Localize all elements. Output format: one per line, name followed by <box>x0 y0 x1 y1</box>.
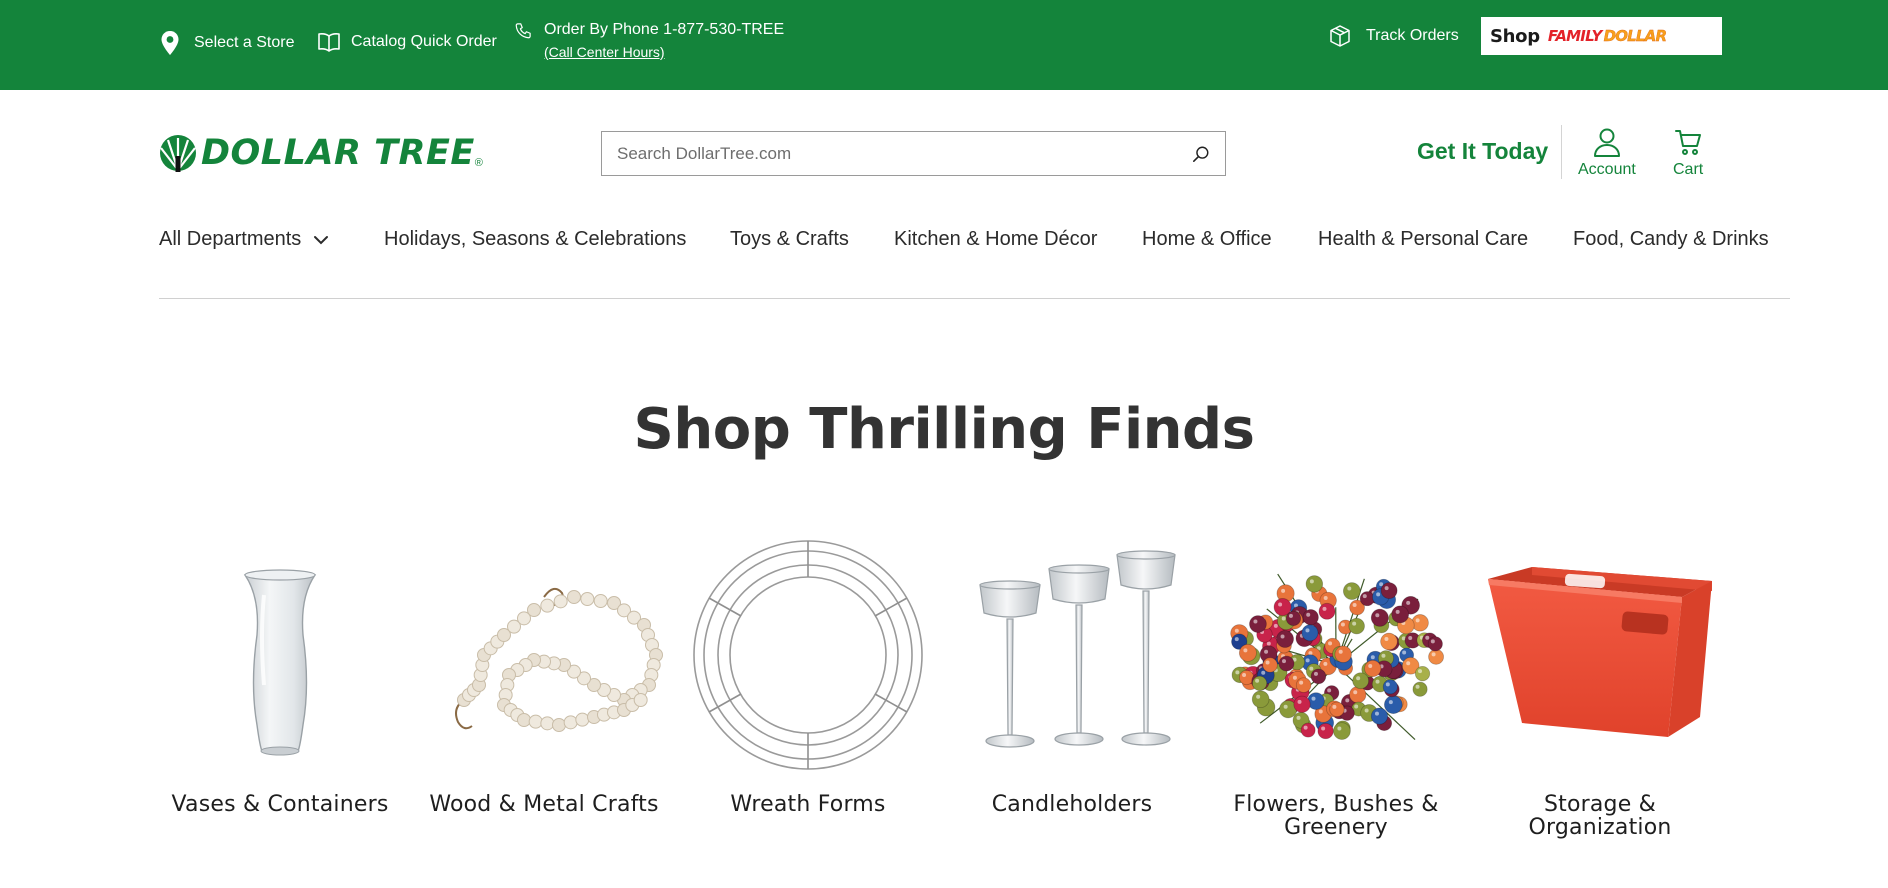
nav-divider <box>159 298 1790 299</box>
storage-bin-image <box>1480 535 1720 775</box>
select-store-link[interactable]: Select a Store <box>160 30 295 56</box>
logo-text: DOLLAR TREE <box>201 133 475 173</box>
tree-logo-icon <box>160 135 196 172</box>
nav-kitchen-home-decor[interactable]: Kitchen & Home Décor <box>894 228 1097 251</box>
category-label: Candleholders <box>991 792 1153 817</box>
order-by-phone-label: Order By Phone 1-877-530-TREE <box>544 21 785 38</box>
category-label: Storage & Organization <box>1528 792 1672 840</box>
berry-bush-image <box>1216 535 1456 775</box>
user-icon <box>1593 128 1620 157</box>
family-dollar-logo-part2: DOLLAR <box>1603 27 1667 45</box>
category-tile-flowers-bushes-greenery[interactable]: Flowers, Bushes & Greenery <box>1216 535 1456 839</box>
nav-holidays[interactable]: Holidays, Seasons & Celebrations <box>384 228 686 251</box>
search-input[interactable] <box>602 132 1177 175</box>
logo-registered-mark: ® <box>474 157 483 169</box>
nav-all-departments[interactable]: All Departments <box>159 228 329 251</box>
call-center-hours-link[interactable]: (Call Center Hours) <box>544 41 784 64</box>
search-button[interactable] <box>1177 132 1225 175</box>
select-store-label: Select a Store <box>194 34 295 51</box>
account-label: Account <box>1578 161 1636 178</box>
map-pin-icon <box>161 31 179 55</box>
account-button[interactable]: Account <box>1578 127 1636 179</box>
category-label: Wood & Metal Crafts <box>429 792 659 817</box>
shop-family-dollar-button[interactable]: Shop FAMILY DOLLAR <box>1481 17 1722 55</box>
candleholders-image <box>952 535 1192 775</box>
catalog-quick-order-link[interactable]: Catalog Quick Order <box>317 32 497 52</box>
nav-health-personal-care[interactable]: Health & Personal Care <box>1318 228 1528 251</box>
category-label: Flowers, Bushes & Greenery <box>1233 792 1439 840</box>
wire-wreath-image <box>688 535 928 775</box>
category-tile-vases[interactable]: Vases & Containers <box>160 535 400 816</box>
family-dollar-logo-part1: FAMILY <box>1547 27 1603 45</box>
wood-bead-garland-image <box>424 535 664 775</box>
book-icon <box>318 33 340 52</box>
top-utility-bar: Select a Store Catalog Quick Order Order… <box>0 0 1888 90</box>
order-by-phone: Order By Phone 1-877-530-TREE (Call Cent… <box>514 18 784 64</box>
search-bar <box>601 131 1226 176</box>
nav-home-office[interactable]: Home & Office <box>1142 228 1272 251</box>
track-orders-label: Track Orders <box>1366 27 1459 44</box>
category-tile-wreath-forms[interactable]: Wreath Forms <box>688 535 928 816</box>
get-it-today-link[interactable]: Get It Today <box>1417 138 1548 165</box>
cart-button[interactable]: Cart <box>1673 127 1703 179</box>
cart-label: Cart <box>1673 161 1704 178</box>
phone-icon <box>515 23 531 39</box>
nav-food-candy-drinks[interactable]: Food, Candy & Drinks <box>1573 228 1769 251</box>
shop-label: Shop <box>1490 25 1540 47</box>
catalog-quick-order-label: Catalog Quick Order <box>351 33 497 50</box>
page-heading: Shop Thrilling Finds <box>633 397 1255 462</box>
category-tile-candleholders[interactable]: Candleholders <box>952 535 1192 816</box>
nav-toys-crafts[interactable]: Toys & Crafts <box>730 228 849 251</box>
vase-image <box>160 535 400 775</box>
cart-icon <box>1675 130 1702 155</box>
track-orders-link[interactable]: Track Orders <box>1328 24 1459 48</box>
chevron-down-icon <box>314 235 329 244</box>
category-tile-storage-organization[interactable]: Storage & Organization <box>1480 535 1720 839</box>
category-label: Vases & Containers <box>171 792 389 817</box>
dollar-tree-logo[interactable]: DOLLAR TREE ® <box>159 133 483 173</box>
category-tile-wood-metal-crafts[interactable]: Wood & Metal Crafts <box>424 535 664 816</box>
package-icon <box>1330 25 1350 47</box>
header-divider <box>1561 125 1562 179</box>
search-icon <box>1192 146 1209 162</box>
nav-all-departments-label: All Departments <box>159 228 302 250</box>
category-label: Wreath Forms <box>730 792 886 817</box>
